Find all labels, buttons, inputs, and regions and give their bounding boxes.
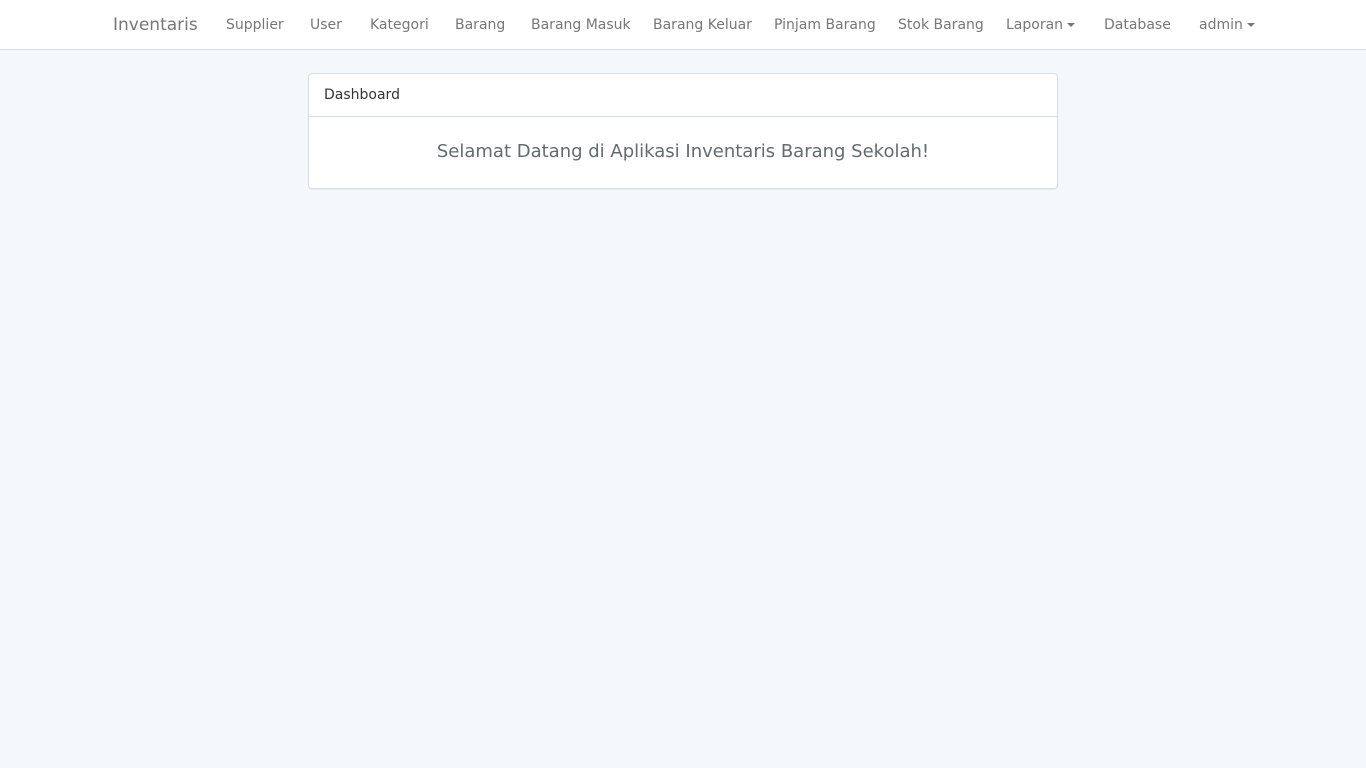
nav-dropdown-laporan-label: Laporan bbox=[1006, 17, 1064, 33]
welcome-message: Selamat Datang di Aplikasi Inventaris Ba… bbox=[436, 141, 930, 162]
user-menu-label: admin bbox=[1199, 17, 1243, 33]
nav-item-supplier[interactable]: Supplier bbox=[226, 0, 284, 50]
user-menu-admin[interactable]: admin bbox=[1199, 0, 1255, 50]
nav-item-database[interactable]: Database bbox=[1104, 0, 1171, 50]
nav-item-stok-barang[interactable]: Stok Barang bbox=[898, 0, 984, 50]
top-navbar: Inventaris Supplier User Kategori Barang… bbox=[0, 0, 1366, 50]
brand-link[interactable]: Inventaris bbox=[113, 0, 198, 50]
nav-item-pinjam-barang[interactable]: Pinjam Barang bbox=[774, 0, 876, 50]
caret-down-icon bbox=[1067, 23, 1076, 27]
nav-item-kategori[interactable]: Kategori bbox=[370, 0, 429, 50]
nav-item-barang-keluar[interactable]: Barang Keluar bbox=[653, 0, 752, 50]
nav-item-barang[interactable]: Barang bbox=[455, 0, 505, 50]
caret-down-icon bbox=[1246, 23, 1255, 27]
dashboard-panel: Dashboard Selamat Datang di Aplikasi Inv… bbox=[308, 73, 1058, 189]
nav-item-user[interactable]: User bbox=[310, 0, 342, 50]
nav-item-barang-masuk[interactable]: Barang Masuk bbox=[531, 0, 631, 50]
panel-heading: Dashboard bbox=[309, 74, 1057, 117]
nav-dropdown-laporan[interactable]: Laporan bbox=[1006, 0, 1076, 50]
